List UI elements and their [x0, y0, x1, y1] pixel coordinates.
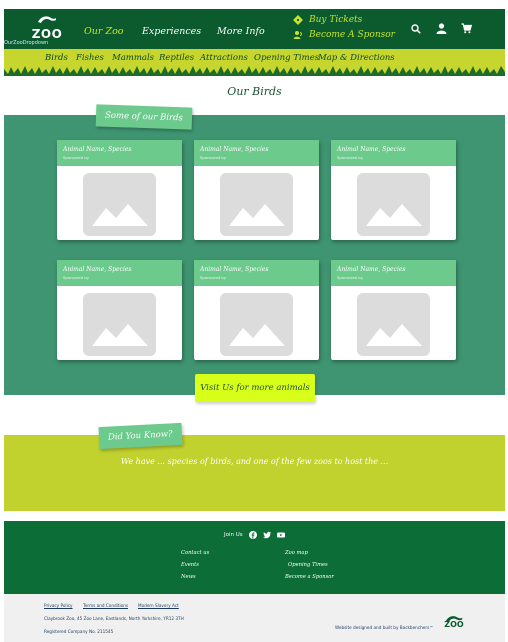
image-placeholder-icon [83, 173, 156, 236]
card-sponsor: Sponsored by [63, 275, 89, 280]
top-header: ZOO Our Zoo Experiences More Info Buy Ti… [4, 9, 505, 49]
subnav-reptiles[interactable]: Reptiles [159, 53, 194, 63]
become-sponsor-label: Become A Sponsor [309, 30, 395, 40]
footer-link-news[interactable]: News [181, 574, 196, 580]
site-credit: Website designed and built by Backbenche… [335, 625, 434, 630]
image-placeholder-icon [220, 173, 293, 236]
grass-decoration [4, 66, 505, 76]
animal-card[interactable]: Animal Name, Species Sponsored by [331, 140, 456, 240]
section-tag: Some of our Birds [95, 104, 193, 130]
image-placeholder-icon [83, 293, 156, 356]
footer-link-events[interactable]: Events [181, 562, 199, 568]
legal-bar: Privacy Policy Terms and Conditions Mode… [4, 594, 505, 642]
card-header [194, 260, 319, 286]
buy-tickets-label: Buy Tickets [309, 15, 363, 25]
card-header [57, 260, 182, 286]
card-animal-name: Animal Name, Species [200, 266, 269, 273]
nav-more-info[interactable]: More Info [217, 26, 265, 37]
card-sponsor: Sponsored by [200, 155, 226, 160]
site-footer: Join Us Contact us Events News Zoo map O… [4, 521, 505, 594]
footer-logo-text: ZOO [444, 620, 464, 629]
company-number: Registered Company No. 211545 [44, 629, 114, 634]
birds-subnav: Birds Fishes Mammals Reptiles Attraction… [4, 49, 505, 76]
animal-card[interactable]: Animal Name, Species Sponsored by [331, 260, 456, 360]
page-title: Our Birds [227, 85, 282, 98]
subnav-fishes[interactable]: Fishes [76, 53, 104, 63]
zoo-address: Claybrook Zoo, 45 Zoo Lane, Eastlands, N… [44, 616, 184, 621]
nav-experiences[interactable]: Experiences [142, 26, 201, 37]
card-animal-name: Animal Name, Species [63, 146, 132, 153]
footer-zoo-logo: ZOO [442, 610, 466, 632]
sponsor-icon [293, 31, 303, 39]
subnav-map-directions[interactable]: Map & Directions [318, 53, 395, 63]
user-icon[interactable] [436, 23, 447, 34]
card-animal-name: Animal Name, Species [200, 146, 269, 153]
facebook-icon[interactable] [248, 531, 257, 539]
footer-link-zoo-map[interactable]: Zoo map [285, 550, 308, 556]
footer-link-opening-times[interactable]: Opening Times [288, 562, 328, 568]
footer-link-become-sponsor[interactable]: Become a Sponsor [285, 574, 334, 580]
animal-card[interactable]: Animal Name, Species Sponsored by [194, 140, 319, 240]
subnav-opening-times[interactable]: Opening Times [254, 53, 319, 63]
fact-text: We have ... species of birds, and one of… [120, 457, 389, 466]
our-zoo-dropdown-label[interactable]: OurZooDropdown [4, 40, 48, 46]
logo-text: ZOO [31, 27, 63, 41]
page: ZOO Our Zoo Experiences More Info Buy Ti… [4, 9, 505, 642]
visit-us-button[interactable]: Visit Us for more animals [195, 374, 315, 402]
lizard-logo-icon [38, 16, 56, 23]
card-animal-name: Animal Name, Species [337, 146, 406, 153]
image-placeholder-icon [220, 293, 293, 356]
card-sponsor: Sponsored by [200, 275, 226, 280]
card-animal-name: Animal Name, Species [63, 266, 132, 273]
join-us-label: Join Us [224, 532, 243, 538]
did-you-know-tag: Did You Know? [98, 422, 183, 450]
animal-card[interactable]: Animal Name, Species Sponsored by [57, 140, 182, 240]
youtube-icon[interactable] [276, 531, 285, 539]
buy-tickets-link[interactable]: Buy Tickets [293, 15, 362, 25]
card-sponsor: Sponsored by [63, 155, 89, 160]
card-header [57, 140, 182, 166]
ticket-icon [293, 15, 303, 25]
footer-link-contact[interactable]: Contact us [181, 550, 209, 556]
subnav-birds[interactable]: Birds [45, 53, 68, 63]
image-placeholder-icon [357, 173, 430, 236]
become-sponsor-link[interactable]: Become A Sponsor [293, 30, 395, 40]
animal-card[interactable]: Animal Name, Species Sponsored by [194, 260, 319, 360]
card-sponsor: Sponsored by [337, 155, 363, 160]
twitter-icon[interactable] [262, 531, 271, 539]
subnav-mammals[interactable]: Mammals [112, 53, 154, 63]
cart-icon[interactable] [461, 23, 472, 34]
join-us: Join Us [224, 531, 285, 539]
terms-link[interactable]: Terms and Conditions [83, 603, 128, 608]
privacy-policy-link[interactable]: Privacy Policy [44, 603, 73, 608]
image-placeholder-icon [357, 293, 430, 356]
subnav-attractions[interactable]: Attractions [200, 53, 248, 63]
animal-card[interactable]: Animal Name, Species Sponsored by [57, 260, 182, 360]
card-header [194, 140, 319, 166]
card-sponsor: Sponsored by [337, 275, 363, 280]
card-animal-name: Animal Name, Species [337, 266, 406, 273]
card-header [331, 260, 456, 286]
card-header [331, 140, 456, 166]
nav-our-zoo[interactable]: Our Zoo [84, 26, 124, 37]
modern-slavery-link[interactable]: Modern Slavery Act [138, 603, 179, 608]
search-icon[interactable] [411, 24, 421, 34]
did-you-know-section [4, 435, 505, 511]
